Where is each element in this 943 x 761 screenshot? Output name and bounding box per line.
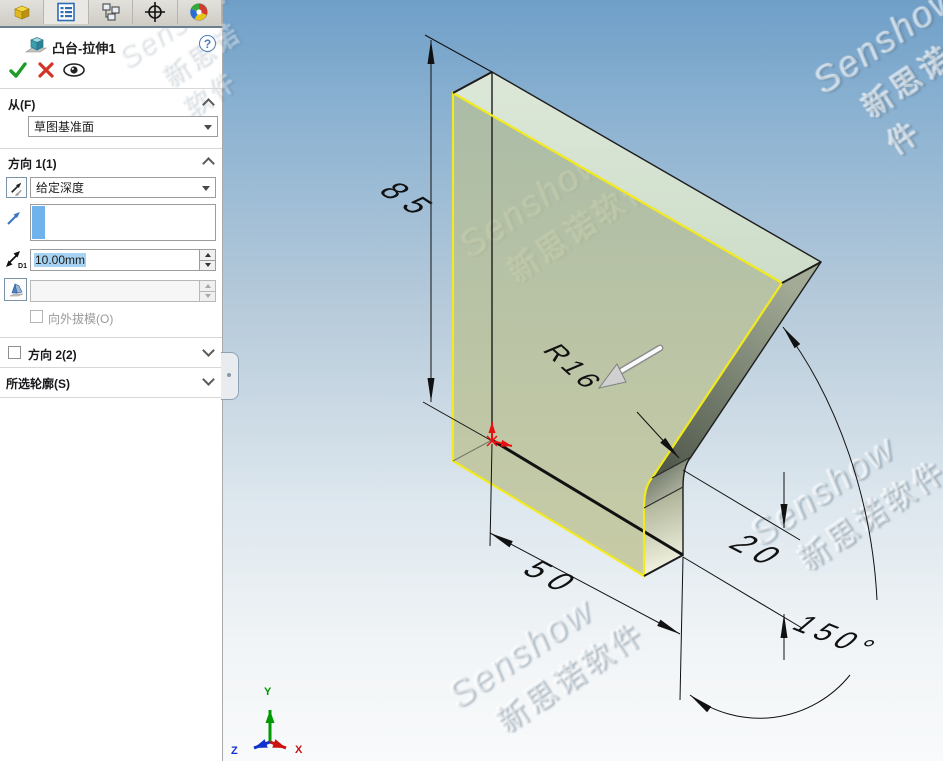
tab-display-manager[interactable] <box>178 0 222 24</box>
tab-property-manager[interactable] <box>44 0 88 24</box>
preview-eye-button[interactable] <box>62 61 86 79</box>
boss-extrude-icon <box>24 33 48 57</box>
depth-d1-icon: D1 <box>3 247 27 271</box>
property-manager-icon <box>55 1 77 23</box>
reverse-direction-icon <box>8 179 25 196</box>
depth-spinbox[interactable]: 10.00mm <box>30 249 216 271</box>
configuration-manager-icon <box>100 1 122 23</box>
draft-button[interactable] <box>4 278 27 301</box>
triad-y-label: Y <box>264 686 271 698</box>
section-from-label[interactable]: 从(F) <box>8 96 35 113</box>
panel-splitter-handle[interactable] <box>221 352 239 400</box>
feature-title: 凸台-拉伸1 <box>52 38 116 57</box>
property-manager-panel: Senshow 新思诺软件 <box>0 0 223 761</box>
direction-reference-icon <box>6 210 22 226</box>
start-condition-select[interactable]: 草图基准面 <box>28 116 218 137</box>
section-contours-label[interactable]: 所选轮廓(S) <box>6 375 70 392</box>
end-condition-select[interactable]: 给定深度 <box>30 177 216 198</box>
dimension-20[interactable] <box>683 470 802 660</box>
tab-configuration-manager[interactable] <box>89 0 133 24</box>
draft-angle-spinbox <box>30 280 216 302</box>
section-direction1-label[interactable]: 方向 1(1) <box>8 155 57 172</box>
feature-tree-icon <box>11 1 33 23</box>
draft-outward-checkbox <box>30 310 43 323</box>
section-direction2-label[interactable]: 方向 2(2) <box>28 346 77 363</box>
depth-decrement-button[interactable] <box>200 260 215 271</box>
app-window: { "tabs": [ {"icon": "feature-tree-icon"… <box>0 0 943 761</box>
reverse-direction-button[interactable] <box>6 177 27 198</box>
direction-selection-box[interactable] <box>30 204 216 241</box>
cancel-button[interactable] <box>37 61 55 79</box>
collapse-direction1-icon[interactable] <box>202 157 215 170</box>
chevron-down-icon <box>204 125 212 130</box>
display-manager-icon <box>188 1 210 23</box>
triad-x-label: X <box>295 744 302 756</box>
ok-button[interactable] <box>8 60 28 80</box>
dimxpert-icon <box>144 1 166 23</box>
draft-icon <box>7 281 25 299</box>
tab-dimxpert[interactable] <box>133 0 177 24</box>
expand-contours-icon[interactable] <box>202 373 215 386</box>
expand-direction2-icon[interactable] <box>202 344 215 357</box>
panel-tab-bar <box>0 0 222 28</box>
triad-z-label: Z <box>231 745 238 757</box>
depth-value[interactable]: 10.00mm <box>34 253 86 267</box>
splitter-dot-icon <box>227 373 231 377</box>
chevron-down-icon <box>202 186 210 191</box>
direction2-checkbox[interactable] <box>8 346 21 359</box>
tab-feature-tree[interactable] <box>0 0 44 24</box>
draft-outward-label: 向外拔模(O) <box>48 310 113 327</box>
help-icon[interactable]: ? <box>199 35 216 52</box>
depth-increment-button[interactable] <box>200 250 215 260</box>
reference-triad <box>254 710 286 748</box>
selection-accent <box>32 206 45 239</box>
